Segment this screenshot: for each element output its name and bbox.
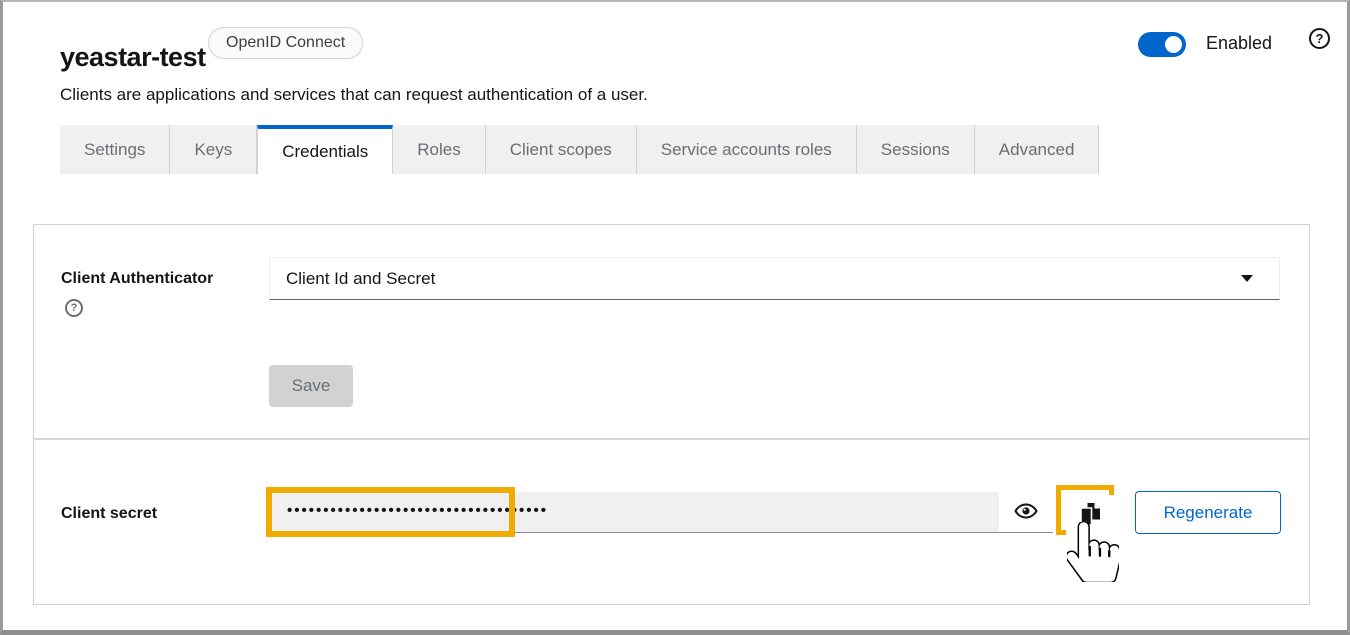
- tab-client-scopes[interactable]: Client scopes: [486, 125, 637, 174]
- client-secret-masked-value: ••••••••••••••••••••••••••••••••••••: [287, 503, 548, 518]
- caret-down-icon: [1241, 275, 1253, 282]
- copy-secret-button[interactable]: [1066, 495, 1114, 535]
- copy-highlight-annotation: [1056, 485, 1114, 535]
- client-authenticator-label: Client Authenticator: [61, 270, 213, 288]
- client-authenticator-value: Client Id and Secret: [286, 269, 435, 289]
- save-button[interactable]: Save: [269, 365, 353, 407]
- tab-credentials[interactable]: Credentials: [257, 125, 393, 174]
- tab-roles[interactable]: Roles: [393, 125, 485, 174]
- enabled-label: Enabled: [1206, 33, 1272, 54]
- client-secret-group: ••••••••••••••••••••••••••••••••••••: [269, 492, 1053, 533]
- tab-keys[interactable]: Keys: [170, 125, 257, 174]
- section-divider: [34, 438, 1309, 440]
- regenerate-button[interactable]: Regenerate: [1135, 491, 1281, 534]
- enabled-toggle[interactable]: [1138, 32, 1186, 57]
- protocol-badge: OpenID Connect: [208, 27, 363, 59]
- toggle-knob: [1165, 36, 1182, 53]
- client-authenticator-help-icon[interactable]: ?: [65, 299, 83, 317]
- client-secret-input[interactable]: ••••••••••••••••••••••••••••••••••••: [269, 492, 999, 533]
- tab-bar: Settings Keys Credentials Roles Client s…: [60, 125, 1099, 174]
- tab-advanced[interactable]: Advanced: [975, 125, 1100, 174]
- copy-icon: [1079, 502, 1101, 529]
- show-secret-button[interactable]: [999, 492, 1053, 533]
- page-description: Clients are applications and services th…: [60, 85, 648, 105]
- page-help-icon[interactable]: ?: [1309, 28, 1330, 49]
- client-detail-page: yeastar-test OpenID Connect Enabled ? Cl…: [0, 0, 1350, 635]
- credentials-panel: Client Authenticator ? Client Id and Sec…: [33, 224, 1310, 605]
- page-title: yeastar-test: [60, 42, 206, 73]
- client-authenticator-select[interactable]: Client Id and Secret: [269, 257, 1280, 300]
- eye-icon: [1014, 499, 1038, 526]
- client-secret-label: Client secret: [61, 505, 157, 523]
- tab-settings[interactable]: Settings: [60, 125, 170, 174]
- tab-service-accounts-roles[interactable]: Service accounts roles: [637, 125, 857, 174]
- tab-sessions[interactable]: Sessions: [857, 125, 975, 174]
